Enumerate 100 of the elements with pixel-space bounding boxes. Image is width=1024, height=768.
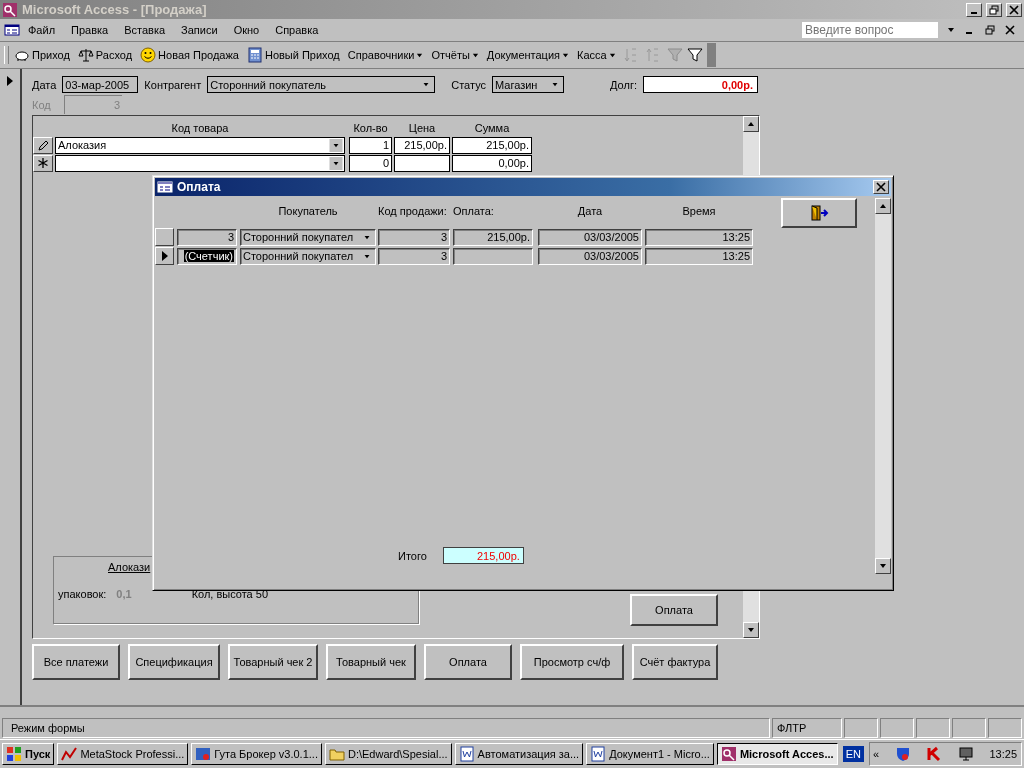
counterparty-combo[interactable]: Сторонний покупатель (207, 76, 436, 93)
product-combo[interactable] (55, 154, 345, 172)
menu-item[interactable]: Записи (173, 24, 226, 36)
pack-label: упаковок: (58, 588, 107, 600)
payment-button[interactable]: Оплата (630, 594, 718, 626)
form-icon (157, 179, 173, 195)
exit-button[interactable] (781, 198, 857, 228)
dropdown-arrow-icon[interactable] (947, 26, 955, 34)
calculator-icon (246, 47, 263, 63)
menu-item[interactable]: Правка (63, 24, 117, 36)
table-cell[interactable]: 215,00р. (453, 228, 533, 246)
counter-field[interactable]: (Счетчик) (177, 247, 237, 265)
menu-item[interactable]: Вставка (116, 24, 174, 36)
taskbar-button[interactable]: Microsoft Acces... (716, 743, 838, 765)
taskbar-button[interactable]: Документ1 - Micro... (586, 743, 714, 765)
form-button[interactable]: Оплата (424, 644, 512, 680)
toolbar-button[interactable]: Справочники (344, 49, 427, 61)
language-indicator[interactable]: EN (842, 746, 864, 762)
restore-button[interactable] (986, 2, 1002, 17)
date-field[interactable]: 03-мар-2005 (62, 76, 139, 93)
record-selector[interactable] (155, 228, 174, 246)
status-combo[interactable]: Магазин (492, 76, 564, 93)
taskbar-button[interactable]: Автоматизация за... (454, 743, 584, 765)
table-cell[interactable]: 03/03/2005 (538, 247, 642, 265)
minimize-button[interactable] (966, 2, 982, 17)
dropdown-arrow-icon (471, 51, 479, 59)
product-combo[interactable]: Алоказия (55, 136, 345, 154)
close-icon[interactable] (1005, 25, 1015, 35)
form-button[interactable]: Спецификация (128, 644, 220, 680)
show-hidden-icons-button[interactable]: « (872, 748, 880, 760)
form-button[interactable]: Просмотр сч/ф (520, 644, 624, 680)
scrollbar[interactable] (875, 198, 891, 574)
table-cell[interactable] (394, 154, 450, 172)
table-cell[interactable] (453, 247, 533, 265)
counter-field[interactable]: 3 (177, 228, 237, 246)
taskbar-button[interactable]: MetaStock Professi... (57, 743, 189, 765)
table-cell[interactable]: 3 (378, 247, 450, 265)
shield-icon[interactable] (894, 746, 911, 762)
toolbar-button[interactable]: Новый Приход (243, 47, 343, 63)
filter-indicator: ФЛТР (772, 718, 842, 738)
dropdown-arrow-icon (562, 51, 570, 59)
toolbar-options-handle[interactable] (706, 43, 716, 67)
close-button[interactable] (873, 180, 889, 194)
help-search-field[interactable]: Введите вопрос (802, 22, 938, 38)
start-button[interactable]: Пуск (2, 743, 55, 765)
dialog-title: Оплата (177, 180, 221, 194)
scroll-down-icon[interactable] (880, 564, 886, 568)
table-cell[interactable]: 215,00р. (452, 136, 532, 154)
table-cell[interactable]: 3 (378, 228, 450, 246)
column-header: Код товара (170, 122, 230, 134)
monitor-icon[interactable] (957, 746, 974, 762)
toolbar-button[interactable]: Отчёты (428, 49, 482, 61)
buyer-combo[interactable]: Сторонний покупател (240, 247, 376, 265)
table-cell[interactable]: 0 (349, 154, 392, 172)
table-cell[interactable]: 1 (349, 136, 392, 154)
k-logo-icon[interactable] (926, 746, 943, 762)
table-cell[interactable]: 13:25 (645, 247, 753, 265)
total-label: Итого (398, 549, 427, 562)
toolbar-button[interactable]: Новая Продажа (137, 47, 242, 63)
table-cell[interactable]: 03/03/2005 (538, 228, 642, 246)
scroll-up-icon[interactable] (748, 122, 754, 126)
asterisk-icon (37, 157, 49, 169)
document-icon (590, 746, 607, 762)
restore-icon (989, 4, 999, 15)
status-panel (988, 718, 1022, 738)
record-selector[interactable] (33, 136, 53, 154)
filter-icon[interactable] (686, 47, 703, 63)
form-button[interactable]: Счёт фактура (632, 644, 718, 680)
table-cell[interactable]: 13:25 (645, 228, 753, 246)
close-icon (876, 182, 886, 192)
toolbar-button[interactable]: Расход (74, 47, 136, 63)
scroll-up-icon[interactable] (880, 204, 886, 208)
counterparty-label: Контрагент (144, 78, 202, 91)
form-button[interactable]: Все платежи (32, 644, 120, 680)
taskbar-button[interactable]: Гута Брокер v3.0.1... (191, 743, 322, 765)
scroll-down-icon[interactable] (748, 628, 754, 632)
form-button[interactable]: Товарный чек (326, 644, 416, 680)
toolbar-button[interactable]: Касса (574, 49, 619, 61)
debt-field: 0,00р. (642, 76, 758, 93)
record-selector[interactable] (155, 247, 174, 265)
table-cell[interactable]: 215,00р. (394, 136, 450, 154)
pack-value: 0,1 (116, 588, 132, 600)
column-header: Код продажи: (378, 205, 448, 217)
taskbar-button[interactable]: D:\Edward\Spesial... (324, 743, 452, 765)
menu-item[interactable]: Окно (225, 24, 268, 36)
menu-item[interactable]: Справка (267, 24, 327, 36)
restore-icon[interactable] (985, 25, 995, 35)
debt-label: Долг: (610, 78, 637, 91)
buyer-combo[interactable]: Сторонний покупател (240, 228, 376, 246)
dropdown-arrow-icon (416, 51, 424, 59)
close-button[interactable] (1006, 2, 1022, 17)
toolbar-button[interactable]: Приход (11, 47, 73, 63)
table-cell[interactable]: 0,00р. (452, 154, 532, 172)
document-icon (458, 746, 475, 762)
form-button[interactable]: Товарный чек 2 (228, 644, 318, 680)
record-selector[interactable] (33, 154, 53, 172)
code-field: 3 (64, 95, 122, 114)
toolbar-button[interactable]: Документация (483, 49, 573, 61)
menu-item[interactable]: Файл (20, 24, 64, 36)
status-panel (844, 718, 878, 738)
